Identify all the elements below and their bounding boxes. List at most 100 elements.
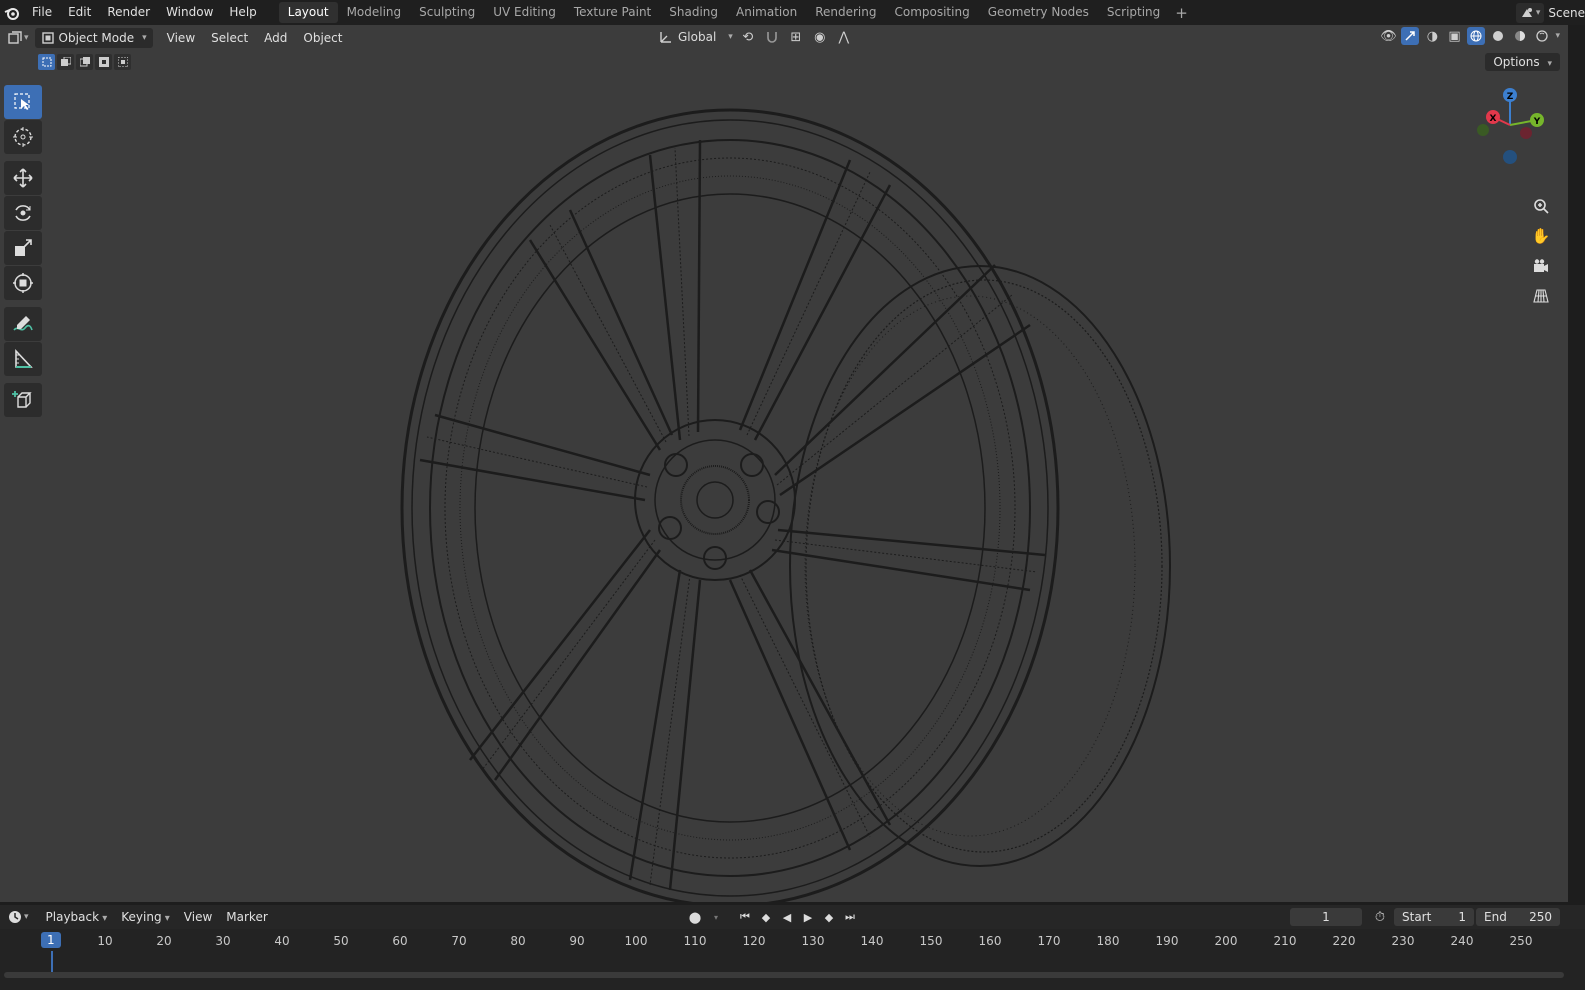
editor-type-button[interactable]: ▾ bbox=[6, 28, 29, 48]
move-icon[interactable] bbox=[4, 161, 42, 195]
start-value: 1 bbox=[1458, 910, 1466, 924]
jump-start-icon[interactable]: ⏮ bbox=[736, 908, 754, 926]
tab-modeling[interactable]: Modeling bbox=[338, 2, 411, 23]
tool-shelf bbox=[4, 85, 42, 418]
options-button[interactable]: Options ▾ bbox=[1485, 53, 1560, 71]
select-intersect-icon[interactable] bbox=[114, 54, 131, 70]
scene-name[interactable]: Scene bbox=[1548, 6, 1585, 20]
chevron-down-icon: ▾ bbox=[1535, 7, 1541, 18]
stopwatch-icon[interactable]: ⏱ bbox=[1371, 908, 1389, 926]
ruler-label: 80 bbox=[510, 934, 526, 948]
menu-window[interactable]: Window bbox=[158, 0, 221, 25]
tab-scripting[interactable]: Scripting bbox=[1098, 2, 1169, 23]
camera-icon[interactable] bbox=[1528, 253, 1554, 279]
menu-file[interactable]: File bbox=[24, 0, 60, 25]
tab-geometry-nodes[interactable]: Geometry Nodes bbox=[979, 2, 1098, 23]
menu-help[interactable]: Help bbox=[221, 0, 264, 25]
timeline-editor-type-button[interactable]: ▾ bbox=[6, 907, 29, 927]
navigation-gizmo[interactable]: Z Y X bbox=[1470, 85, 1550, 165]
pivot-point-icon[interactable]: ⟲ bbox=[739, 28, 757, 46]
tab-sculpting[interactable]: Sculpting bbox=[410, 2, 484, 23]
wireframe-shading-icon[interactable] bbox=[1467, 27, 1486, 45]
prev-keyframe-icon[interactable]: ◆ bbox=[757, 908, 775, 926]
tab-rendering[interactable]: Rendering bbox=[806, 2, 885, 23]
add-cube-icon[interactable] bbox=[4, 383, 42, 417]
tab-animation[interactable]: Animation bbox=[727, 2, 806, 23]
wheel-wireframe-mesh[interactable] bbox=[380, 80, 1200, 902]
zoom-icon[interactable] bbox=[1528, 193, 1554, 219]
current-frame-field[interactable]: 1 bbox=[1290, 908, 1362, 926]
pan-hand-icon[interactable]: ✋ bbox=[1528, 223, 1554, 249]
viewport-header: ▾ Object Mode ▾ View Select Add Object G… bbox=[0, 25, 1568, 50]
mode-selector[interactable]: Object Mode ▾ bbox=[34, 27, 153, 48]
tab-shading[interactable]: Shading bbox=[660, 2, 727, 23]
end-frame-field[interactable]: End 250 bbox=[1476, 908, 1560, 926]
cursor-icon[interactable] bbox=[4, 120, 42, 154]
annotate-icon[interactable] bbox=[4, 307, 42, 341]
viewport-menu-add[interactable]: Add bbox=[256, 31, 295, 45]
3d-viewport[interactable]: ▾ Object Mode ▾ View Select Add Object G… bbox=[0, 25, 1568, 902]
scene-browse-button[interactable]: ▾ bbox=[1515, 2, 1545, 23]
measure-icon[interactable] bbox=[4, 342, 42, 376]
editor-type-icon bbox=[6, 29, 24, 47]
orientation-selector[interactable]: Global ▾ bbox=[656, 27, 733, 47]
next-keyframe-icon[interactable]: ◆ bbox=[820, 908, 838, 926]
ruler-label: 190 bbox=[1155, 934, 1179, 948]
viewport-menu-select[interactable]: Select bbox=[203, 31, 256, 45]
select-new-icon[interactable] bbox=[38, 54, 55, 70]
viewport-menu-view[interactable]: View bbox=[159, 31, 203, 45]
timeline-menu-view[interactable]: View bbox=[177, 910, 219, 924]
select-subtract-icon[interactable] bbox=[76, 54, 93, 70]
ruler-label: 160 bbox=[978, 934, 1002, 948]
playhead-frame-label[interactable]: 1 bbox=[41, 932, 61, 948]
select-extend-icon[interactable] bbox=[57, 54, 74, 70]
transform-icon[interactable] bbox=[4, 266, 42, 300]
rotate-icon[interactable] bbox=[4, 196, 42, 230]
play-reverse-icon[interactable]: ◀ bbox=[778, 908, 796, 926]
ruler-label: 70 bbox=[451, 934, 467, 948]
end-value: 250 bbox=[1529, 910, 1552, 924]
timeline-ruler[interactable]: 10 20 30 40 50 60 70 80 90 100 110 120 1… bbox=[0, 929, 1585, 990]
gizmo-toggle-icon[interactable] bbox=[1401, 27, 1420, 45]
timeline-menu-playback[interactable]: Playback bbox=[39, 910, 115, 924]
navigation-buttons: ✋ bbox=[1528, 193, 1554, 313]
add-workspace-button[interactable]: + bbox=[1169, 4, 1194, 22]
menu-render[interactable]: Render bbox=[99, 0, 158, 25]
chevron-down-icon[interactable]: ▾ bbox=[1555, 31, 1560, 41]
viewport-menu-object[interactable]: Object bbox=[295, 31, 350, 45]
scale-icon[interactable] bbox=[4, 231, 42, 265]
timeline-scrollbar[interactable] bbox=[4, 972, 1564, 978]
transform-tools: Global ▾ ⟲ ⊞ ◉ ⋀ bbox=[656, 27, 853, 47]
falloff-icon[interactable]: ⋀ bbox=[835, 28, 853, 46]
tab-texture-paint[interactable]: Texture Paint bbox=[565, 2, 660, 23]
tab-uv-editing[interactable]: UV Editing bbox=[484, 2, 565, 23]
snap-target-icon[interactable]: ⊞ bbox=[787, 28, 805, 46]
start-frame-field[interactable]: Start 1 bbox=[1394, 908, 1474, 926]
ruler-label: 60 bbox=[392, 934, 408, 948]
scene-icon bbox=[1520, 6, 1534, 20]
select-box-icon[interactable] bbox=[4, 85, 42, 119]
tab-compositing[interactable]: Compositing bbox=[885, 2, 978, 23]
record-icon[interactable]: ⬤ bbox=[686, 908, 704, 926]
ruler-label: 200 bbox=[1214, 934, 1238, 948]
menu-edit[interactable]: Edit bbox=[60, 0, 99, 25]
select-invert-icon[interactable] bbox=[95, 54, 112, 70]
jump-end-icon[interactable]: ⏭ bbox=[841, 908, 859, 926]
solid-shading-icon[interactable] bbox=[1489, 27, 1507, 45]
tab-layout[interactable]: Layout bbox=[278, 2, 338, 23]
blender-logo-icon[interactable] bbox=[0, 0, 24, 25]
visibility-icon[interactable]: 👁 bbox=[1379, 27, 1397, 45]
timeline-menu-marker[interactable]: Marker bbox=[219, 910, 274, 924]
proportional-editing-icon[interactable]: ◉ bbox=[811, 28, 829, 46]
ruler-label: 240 bbox=[1450, 934, 1474, 948]
perspective-grid-icon[interactable] bbox=[1528, 283, 1554, 309]
rendered-shading-icon[interactable] bbox=[1533, 27, 1551, 45]
overlays-icon[interactable]: ◑ bbox=[1423, 27, 1441, 45]
xray-icon[interactable]: ▣ bbox=[1445, 27, 1463, 45]
chevron-down-icon: ▾ bbox=[24, 32, 29, 43]
material-preview-icon[interactable] bbox=[1511, 27, 1529, 45]
timeline-menu-keying[interactable]: Keying bbox=[114, 910, 177, 924]
play-icon[interactable]: ▶ bbox=[799, 908, 817, 926]
snap-icon[interactable] bbox=[763, 28, 781, 46]
chevron-down-icon[interactable]: ▾ bbox=[707, 908, 725, 926]
